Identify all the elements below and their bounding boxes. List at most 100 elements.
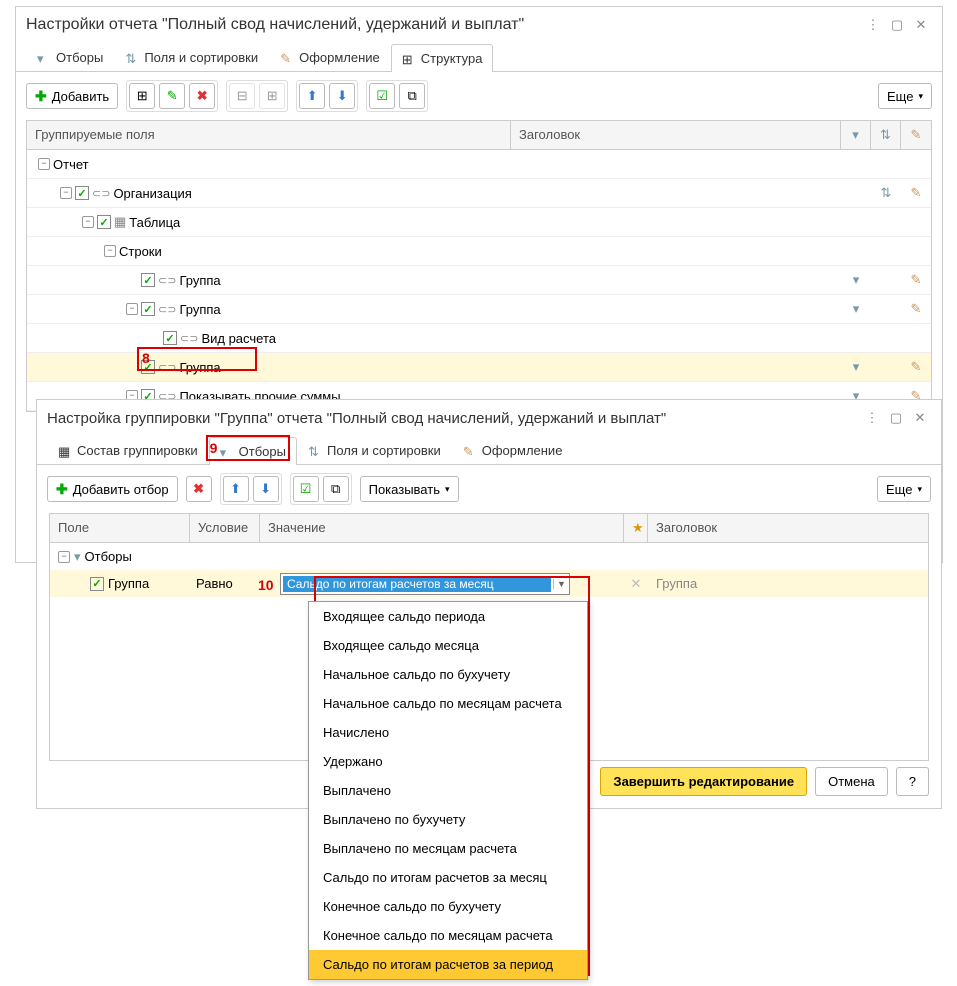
brush-icon[interactable]: ✎ — [911, 272, 922, 287]
checkbox[interactable]: ✓ — [97, 215, 111, 229]
maximize-icon[interactable]: ▢ — [885, 407, 907, 429]
dropdown-item[interactable]: Начальное сальдо по бухучету — [309, 660, 587, 689]
tab-structure[interactable]: ⊞Структура — [391, 44, 494, 72]
tab-style[interactable]: ✎Оформление — [452, 436, 574, 464]
expand-icon[interactable]: − — [60, 187, 72, 199]
filter-row[interactable]: ✓ Группа Равно 10 Сальдо по итогам расче… — [50, 570, 928, 597]
tree-row[interactable]: ✓⊂⊃ Группа▾✎ — [27, 353, 931, 382]
tree-row[interactable]: − Отчет — [27, 150, 931, 179]
more-button[interactable]: Еще ▾ — [877, 476, 931, 502]
col-style-icon[interactable]: ✎ — [901, 121, 931, 149]
sort-icon[interactable]: ⇅ — [881, 185, 892, 200]
edit-button[interactable]: ✎ — [159, 83, 185, 109]
tree-row[interactable]: −✓▦ Таблица — [27, 208, 931, 237]
dropdown-item[interactable]: Сальдо по итогам расчетов за месяц — [309, 863, 587, 892]
tab-filters[interactable]: ▾Отборы — [26, 43, 114, 71]
col-filter-icon[interactable]: ▾ — [841, 121, 871, 149]
tab-fields[interactable]: ⇅Поля и сортировки — [297, 436, 452, 464]
tree-row[interactable]: − Строки — [27, 237, 931, 266]
brush-icon[interactable]: ✎ — [911, 301, 922, 316]
funnel-icon: ▾ — [37, 51, 51, 65]
checkbox[interactable]: ✓ — [163, 331, 177, 345]
col-grouped-fields[interactable]: Группируемые поля — [27, 121, 511, 149]
up-button[interactable]: ⬆ — [223, 476, 249, 502]
condition-cell[interactable]: Равно — [190, 576, 260, 591]
dropdown-item[interactable]: Входящее сальдо месяца — [309, 631, 587, 660]
col-condition[interactable]: Условие — [190, 514, 260, 542]
show-button[interactable]: Показывать ▾ — [360, 476, 459, 502]
clear-icon[interactable]: ✕ — [624, 576, 648, 592]
col-sort-icon[interactable]: ⇅ — [871, 121, 901, 149]
checkbox[interactable]: ✓ — [141, 302, 155, 316]
dropdown-item[interactable]: Удержано — [309, 747, 587, 776]
copy-button[interactable]: ⧉ — [323, 476, 349, 502]
dropdown-item[interactable]: Входящее сальдо периода — [309, 602, 587, 631]
tab-style[interactable]: ✎Оформление — [269, 43, 391, 71]
down-button[interactable]: ⬇ — [329, 83, 355, 109]
expand-button[interactable]: ⊞ — [259, 83, 285, 109]
funnel-icon[interactable]: ▾ — [853, 272, 860, 287]
add-filter-button[interactable]: ✚Добавить отбор — [47, 476, 178, 502]
check-button[interactable]: ☑ — [369, 83, 395, 109]
down-button[interactable]: ⬇ — [253, 476, 279, 502]
menu-icon[interactable]: ⋮ — [862, 14, 884, 36]
brush-icon: ✎ — [280, 51, 294, 65]
col-value[interactable]: Значение — [260, 514, 624, 542]
checkbox[interactable]: ✓ — [141, 273, 155, 287]
toolbar: ✚Добавить ⊞ ✎ ✖ ⊟ ⊞ ⬆ ⬇ ☑ ⧉ Еще ▾ — [16, 72, 942, 120]
funnel-icon[interactable]: ▾ — [853, 359, 860, 374]
maximize-icon[interactable]: ▢ — [886, 14, 908, 36]
delete-button[interactable]: ✖ — [186, 476, 212, 502]
tabbar: ▦Состав группировки ▾Отборы 9 ⇅Поля и со… — [37, 436, 941, 465]
checkbox[interactable]: ✓ — [90, 577, 104, 591]
copy-button[interactable]: ⧉ — [399, 83, 425, 109]
dropdown-item[interactable]: Начальное сальдо по месяцам расчета — [309, 689, 587, 718]
dropdown-item[interactable]: Конечное сальдо по бухучету — [309, 892, 587, 921]
close-icon[interactable]: ✕ — [909, 407, 931, 429]
expand-icon[interactable]: − — [104, 245, 116, 257]
up-button[interactable]: ⬆ — [299, 83, 325, 109]
tree-row[interactable]: ✓⊂⊃ Группа▾✎ — [27, 266, 931, 295]
group-button[interactable]: ⊞ — [129, 83, 155, 109]
ok-button[interactable]: Завершить редактирование — [600, 767, 807, 796]
expand-icon[interactable]: − — [82, 216, 94, 228]
more-button[interactable]: Еще ▾ — [878, 83, 932, 109]
close-icon[interactable]: ✕ — [910, 14, 932, 36]
tab-filters[interactable]: ▾Отборы 9 — [209, 437, 297, 465]
tree-row[interactable]: −✓⊂⊃ Организация⇅✎ — [27, 179, 931, 208]
checkbox[interactable]: ✓ — [75, 186, 89, 200]
dropdown-icon[interactable]: ▼ — [553, 579, 569, 589]
tab-fields[interactable]: ⇅Поля и сортировки — [114, 43, 269, 71]
collapse-icon[interactable]: − — [58, 551, 70, 563]
dropdown-item[interactable]: Выплачено по бухучету — [309, 805, 587, 834]
title-cell[interactable]: Группа — [648, 576, 928, 591]
dropdown-item[interactable]: Выплачено по месяцам расчета — [309, 834, 587, 863]
col-title[interactable]: Заголовок — [511, 121, 841, 149]
brush-icon[interactable]: ✎ — [911, 185, 922, 200]
dropdown-item[interactable]: Конечное сальдо по месяцам расчета — [309, 921, 587, 950]
filter-root[interactable]: − ▾ Отборы — [50, 543, 928, 570]
col-star[interactable]: ★ — [624, 514, 648, 542]
cancel-button[interactable]: Отмена — [815, 767, 888, 796]
collapse-button[interactable]: ⊟ — [229, 83, 255, 109]
funnel-icon[interactable]: ▾ — [853, 301, 860, 316]
add-button[interactable]: ✚Добавить — [26, 83, 118, 109]
menu-icon[interactable]: ⋮ — [861, 407, 883, 429]
tree-row[interactable]: ✓⊂⊃ Вид расчета — [27, 324, 931, 353]
dropdown-item[interactable]: Сальдо по итогам расчетов за период — [309, 950, 587, 979]
expand-icon[interactable]: − — [38, 158, 50, 170]
tree-row[interactable]: −✓⊂⊃ Группа▾✎ — [27, 295, 931, 324]
tab-composition[interactable]: ▦Состав группировки — [47, 436, 209, 464]
col-field[interactable]: Поле — [50, 514, 190, 542]
grid-body: − Отчет−✓⊂⊃ Организация⇅✎−✓▦ Таблица− Ст… — [26, 150, 932, 412]
col-title[interactable]: Заголовок — [648, 514, 928, 542]
brush-icon[interactable]: ✎ — [911, 359, 922, 374]
dropdown-item[interactable]: Выплачено — [309, 776, 587, 805]
expand-icon[interactable]: − — [126, 303, 138, 315]
titlebar: Настройка группировки "Группа" отчета "П… — [37, 400, 941, 436]
check-button[interactable]: ☑ — [293, 476, 319, 502]
help-button[interactable]: ? — [896, 767, 929, 796]
delete-button[interactable]: ✖ — [189, 83, 215, 109]
dropdown-item[interactable]: Начислено — [309, 718, 587, 747]
value-input[interactable]: Сальдо по итогам расчетов за месяц ▼ — [280, 573, 570, 595]
